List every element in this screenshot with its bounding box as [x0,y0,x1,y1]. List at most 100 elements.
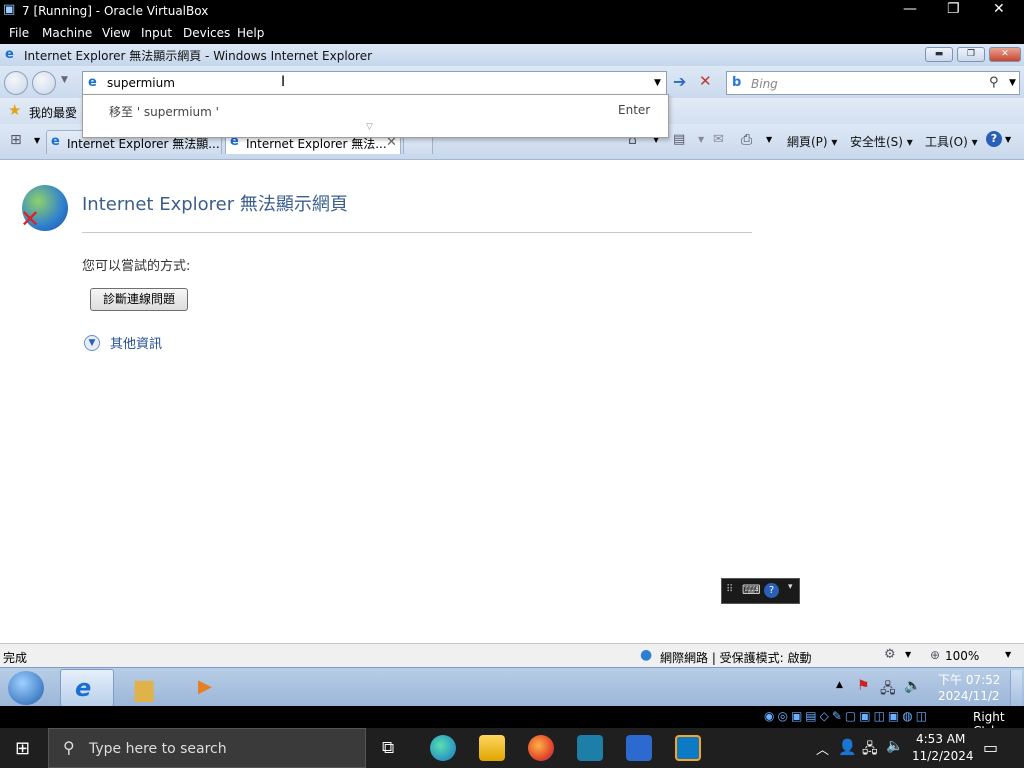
tab-2-label: Internet Explorer 無法... [246,137,387,151]
internet-zone-icon: ● [640,647,653,663]
print-icon[interactable]: ⎙ [741,132,752,148]
menu-devices[interactable]: Devices [183,26,230,40]
back-button[interactable] [4,71,28,95]
enter-hint: Enter [618,103,651,117]
close-icon[interactable]: ✕ [993,1,1005,17]
show-hidden-icons[interactable]: ▲ [836,680,843,690]
explorer-folder-icon[interactable]: ▆ [135,674,153,702]
host-volume-icon[interactable]: 🔈 [886,738,903,754]
ie-window-title: Internet Explorer 無法顯示網頁 - Windows Inter… [24,49,373,63]
feeds-icon[interactable]: ▤ [673,132,685,147]
search-box[interactable]: b Bing ⚲ ▼ [726,71,1020,95]
file-explorer-icon[interactable] [479,735,505,761]
host-hidden-icons[interactable]: ︿ [816,739,829,758]
status-text: 完成 [3,651,28,665]
tab-1-label: Internet Explorer 無法顯... [67,137,220,151]
goto-suggestion[interactable]: 移至 ' supermium ' [109,103,219,120]
pop-up-icon[interactable]: ⚙ [884,647,896,662]
host-network-icon[interactable]: 🖧 [862,738,878,762]
search-magnifier-icon[interactable]: ⚲ [989,75,999,90]
ie-title-bar: e Internet Explorer 無法顯示網頁 - Windows Int… [0,44,1024,66]
windows-start-icon[interactable]: ⊞ [15,738,30,759]
go-arrow-icon[interactable]: ➔ [673,72,686,91]
safety-menu[interactable]: 安全性(S) ▾ [850,133,913,150]
menu-view[interactable]: View [102,26,130,40]
address-autocomplete-dropdown: 移至 ' supermium ' Enter ▽ [82,94,669,138]
more-info-link[interactable]: 其他資訊 [110,333,162,352]
user-icon[interactable]: 👤 [838,738,857,756]
zoom-level[interactable]: 100% [945,649,979,663]
host-search-box[interactable]: ⚲ Type here to search [48,728,366,768]
pop-up-dropdown-icon[interactable]: ▼ [905,650,911,659]
help-icon[interactable]: ? [986,131,1002,147]
tab-list-icon[interactable]: ▼ [34,136,40,145]
menu-file[interactable]: File [9,26,29,40]
zone-text[interactable]: 網際網路 | 受保護模式: 啟動 [660,649,812,666]
virtualbox-icon: ▣ [3,2,16,17]
page-content: ✕ Internet Explorer 無法顯示網頁 您可以嘗試的方式: 診斷連… [0,161,1024,642]
menu-help[interactable]: Help [237,26,264,40]
taskbar-ie-button[interactable]: e [60,669,114,706]
expand-chevron-icon[interactable]: ▼ [84,335,100,351]
mail-icon[interactable]: ✉ [713,132,724,147]
guest-screen: e Internet Explorer 無法顯示網頁 - Windows Int… [0,44,1024,706]
ime-grip-icon[interactable]: ⠿ [726,584,733,595]
vbox-device-icons[interactable]: ◉◎▣▤◇✎▢▣◫▣◍◫ [764,709,930,723]
page-menu-label: 網頁(P) [787,135,828,149]
network-icon[interactable]: 🖧 [880,678,896,702]
page-heading: Internet Explorer 無法顯示網頁 [82,194,348,215]
show-desktop-button[interactable] [1010,670,1022,706]
maximize-icon[interactable]: ❐ [947,1,960,17]
start-orb-icon[interactable] [8,671,44,705]
guest-clock-time[interactable]: 下午 07:52 [938,671,1000,688]
firefox-icon[interactable] [528,735,554,761]
media-player-icon[interactable]: ▶ [198,676,212,697]
tools-menu[interactable]: 工具(O) ▾ [925,133,978,150]
favorites-label[interactable]: 我的最愛 [29,104,77,121]
feeds-dropdown-icon[interactable]: ▼ [698,135,704,144]
ie-restore-button[interactable]: ❐ [957,47,985,62]
task-view-icon[interactable]: ⧉ [382,738,394,758]
text-cursor-icon: I [281,74,286,90]
search-options-icon[interactable]: ▼ [1009,78,1016,88]
favorites-star-icon[interactable]: ★ [8,101,21,119]
help-dropdown-icon[interactable]: ▼ [1005,135,1011,144]
host-clock-time[interactable]: 4:53 AM [916,732,965,746]
vscode-like-icon[interactable] [577,735,603,761]
search-input[interactable]: Bing [751,77,778,91]
address-dropdown-icon[interactable]: ▼ [654,78,661,88]
virtualbox-taskbar-icon[interactable] [626,735,652,761]
menu-input[interactable]: Input [141,26,172,40]
stop-icon[interactable]: ✕ [699,72,712,90]
ie-close-button[interactable]: ✕ [989,47,1021,62]
page-menu[interactable]: 網頁(P) ▾ [787,133,837,150]
vbox-window-title: 7 [Running] - Oracle VirtualBox [22,4,209,18]
notification-icon[interactable]: ▭ [983,738,998,757]
ie-minimize-button[interactable]: ▬ [925,47,953,62]
forward-button[interactable] [32,71,56,95]
ie-logo-icon: e [5,47,14,62]
action-center-icon[interactable]: ⚑ [857,678,870,694]
host-clock-date[interactable]: 11/2/2024 [912,749,974,763]
address-bar[interactable]: e supermium I ▼ [82,71,667,95]
zoom-dropdown-icon[interactable]: ▼ [1005,650,1011,659]
vbox-title-bar: ▣ 7 [Running] - Oracle VirtualBox — ❐ ✕ [0,0,1024,23]
guest-taskbar: e ▆ ▶ ▲ ⚑ 🖧 🔈 下午 07:52 2024/11/2 [0,667,1024,706]
host-search-input[interactable]: Type here to search [89,741,227,757]
dropdown-expand-icon[interactable]: ▽ [366,122,373,132]
address-input[interactable]: supermium [107,76,175,90]
minimize-icon[interactable]: — [903,1,917,17]
diagnose-connection-button[interactable]: 診斷連線問題 [90,288,188,311]
print-dropdown-icon[interactable]: ▼ [766,135,772,144]
guest-clock-date[interactable]: 2024/11/2 [938,689,1000,703]
virtualbox-manager-icon[interactable] [675,735,701,761]
recent-pages-icon[interactable]: ▼ [61,75,68,85]
quick-tabs-icon[interactable]: ⊞ [10,132,22,148]
ime-options-icon[interactable]: ▾ [788,582,793,592]
ime-help-icon[interactable]: ? [764,583,779,598]
volume-icon[interactable]: 🔈 [904,678,921,694]
edge-icon[interactable] [430,735,456,761]
zoom-icon[interactable]: ⊕ [930,648,940,662]
menu-machine[interactable]: Machine [42,26,92,40]
keyboard-icon[interactable]: ⌨ [742,583,761,598]
